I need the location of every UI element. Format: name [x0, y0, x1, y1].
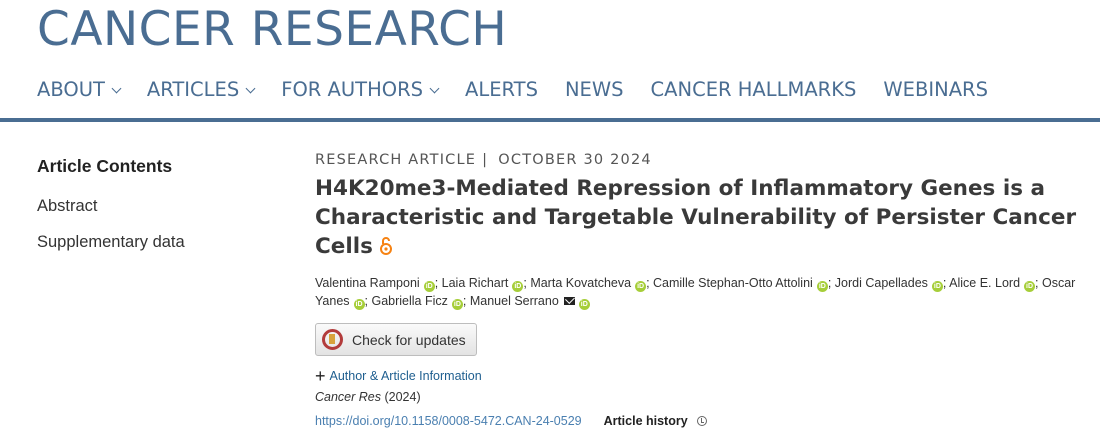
doi-row: https://doi.org/10.1158/0008-5472.CAN-24… — [315, 414, 1095, 428]
article-contents-sidebar: Article Contents Abstract Supplementary … — [37, 156, 277, 269]
author-name[interactable]: Valentina Ramponi — [315, 276, 420, 290]
plus-icon: + — [315, 366, 326, 386]
article-header: RESEARCH ARTICLE | OCTOBER 30 2024 H4K20me… — [315, 152, 1095, 428]
article-title: H4K20me3-Mediated Repression of Inflamma… — [315, 174, 1085, 264]
main-nav: ABOUT ARTICLES FOR AUTHORS ALERTS NEWS C… — [37, 78, 1015, 101]
nav-articles[interactable]: ARTICLES — [146, 78, 256, 101]
email-icon[interactable] — [563, 297, 575, 305]
sidebar-link-abstract[interactable]: Abstract — [37, 197, 277, 216]
author-article-info-toggle[interactable]: + Author & Article Information — [315, 366, 1095, 386]
site-title[interactable]: CANCER RESEARCH — [37, 2, 507, 57]
article-title-text: H4K20me3-Mediated Repression of Inflamma… — [315, 176, 1077, 259]
check-for-updates-button[interactable]: Check for updates — [315, 323, 477, 356]
sidebar-link-supplementary[interactable]: Supplementary data — [37, 233, 277, 252]
chevron-down-icon — [111, 83, 122, 93]
chevron-down-icon — [429, 83, 440, 93]
nav-cancer-hallmarks[interactable]: CANCER HALLMARKS — [651, 78, 857, 101]
author-list: Valentina Ramponi iD; Laia Richart iD; Mar… — [315, 276, 1076, 310]
nav-about[interactable]: ABOUT — [37, 78, 122, 101]
orcid-icon[interactable]: iD — [451, 299, 463, 310]
orcid-icon[interactable]: iD — [353, 299, 365, 310]
orcid-icon[interactable]: iD — [423, 281, 435, 292]
author-name[interactable]: Manuel Serrano — [470, 294, 559, 308]
clock-icon — [696, 416, 707, 426]
sidebar-heading: Article Contents — [37, 156, 173, 176]
author-name[interactable]: Gabriella Ficz — [371, 294, 447, 308]
article-type: RESEARCH ARTICLE — [315, 152, 477, 168]
article-history-label: Article history — [603, 414, 688, 428]
open-access-icon — [379, 235, 393, 264]
nav-for-authors-label: FOR AUTHORS — [281, 78, 424, 101]
nav-webinars[interactable]: WEBINARS — [883, 78, 988, 101]
nav-alerts-label: ALERTS — [465, 78, 538, 101]
article-history-toggle[interactable]: Article history — [604, 414, 707, 428]
header-divider — [0, 118, 1100, 122]
chevron-down-icon — [245, 83, 256, 93]
publication-date: OCTOBER 30 2024 — [498, 152, 652, 168]
author-name[interactable]: Laia Richart — [442, 276, 509, 290]
nav-alerts[interactable]: ALERTS — [465, 78, 538, 101]
article-meta: RESEARCH ARTICLE | OCTOBER 30 2024 — [315, 152, 1095, 168]
nav-for-authors[interactable]: FOR AUTHORS — [281, 78, 440, 101]
nav-news[interactable]: NEWS — [565, 78, 624, 101]
nav-articles-label: ARTICLES — [146, 78, 240, 101]
nav-cancer-hallmarks-label: CANCER HALLMARKS — [650, 78, 857, 101]
nav-webinars-label: WEBINARS — [883, 78, 988, 101]
author-name[interactable]: Marta Kovatcheva — [530, 276, 631, 290]
nav-news-label: NEWS — [564, 78, 624, 101]
orcid-icon[interactable]: iD — [931, 281, 943, 292]
orcid-icon[interactable]: iD — [635, 281, 647, 292]
journal-name: Cancer Res — [315, 390, 381, 404]
author-name[interactable]: Jordi Capellades — [835, 276, 928, 290]
orcid-icon[interactable]: iD — [512, 281, 524, 292]
journal-year: (2024) — [384, 390, 421, 404]
meta-separator: | — [482, 152, 489, 168]
check-for-updates-label: Check for updates — [352, 331, 466, 348]
journal-citation: Cancer Res (2024) — [315, 390, 1095, 404]
author-name[interactable]: Camille Stephan-Otto Attolini — [653, 276, 813, 290]
doi-link[interactable]: https://doi.org/10.1158/0008-5472.CAN-24… — [315, 414, 582, 428]
author-name[interactable]: Alice E. Lord — [949, 276, 1020, 290]
orcid-icon[interactable]: iD — [816, 281, 828, 292]
author-article-info-label: Author & Article Information — [329, 369, 482, 383]
crossmark-icon — [322, 329, 343, 350]
orcid-icon[interactable]: iD — [578, 299, 590, 310]
nav-about-label: ABOUT — [37, 78, 105, 101]
orcid-icon[interactable]: iD — [1024, 281, 1036, 292]
